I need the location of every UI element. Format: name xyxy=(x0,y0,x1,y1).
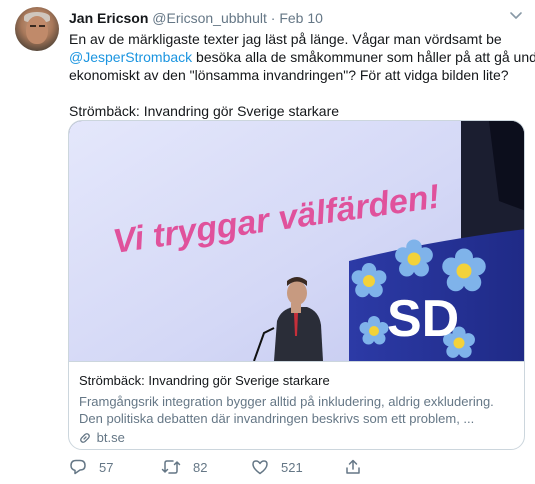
chevron-down-icon[interactable] xyxy=(507,8,525,26)
card-image[interactable]: Vi tryggar välfärden! SD xyxy=(69,121,524,361)
reply-count: 57 xyxy=(99,460,114,475)
card-body[interactable]: Strömbäck: Invandring gör Sverige starka… xyxy=(69,361,524,449)
author-handle[interactable]: @Ericson_ubbhult xyxy=(152,10,267,26)
author-name[interactable]: Jan Ericson xyxy=(69,10,148,26)
card-domain-text: bt.se xyxy=(96,430,125,445)
like-icon xyxy=(251,460,281,475)
avatar[interactable] xyxy=(15,7,59,51)
retweet-button[interactable]: 82 xyxy=(161,458,207,478)
like-button[interactable]: 521 xyxy=(251,458,303,478)
link-card[interactable]: Vi tryggar välfärden! SD Strömbäck: Inva… xyxy=(68,120,525,450)
tweet-date[interactable]: Feb 10 xyxy=(279,10,323,26)
link-icon xyxy=(79,431,93,448)
tweet-text-line: @JesperStromback besöka alla de småkommu… xyxy=(69,48,535,66)
retweet-icon xyxy=(161,460,193,475)
party-logo-text: SD xyxy=(387,290,459,348)
share-icon xyxy=(344,459,374,475)
card-domain[interactable]: bt.se xyxy=(79,429,516,448)
tweet-text-span: besöka alla de småkommuner som håller på… xyxy=(192,49,535,65)
like-count: 521 xyxy=(281,460,303,475)
tweet-text: En av de märkligaste texter jag läst på … xyxy=(69,30,535,120)
mention-link[interactable]: @JesperStromback xyxy=(69,49,192,65)
tweet-header: Jan Ericson @Ericson_ubbhult · Feb 10 xyxy=(69,9,323,27)
card-description: Framgångsrik integration bygger alltid p… xyxy=(79,393,516,427)
reply-icon xyxy=(69,459,99,475)
retweet-count: 82 xyxy=(193,460,208,475)
tweet-text-line: Strömbäck: Invandring gör Sverige starka… xyxy=(69,103,340,119)
card-description-line: Framgångsrik integration bygger alltid p… xyxy=(79,394,494,409)
card-title[interactable]: Strömbäck: Invandring gör Sverige starka… xyxy=(79,372,516,389)
reply-button[interactable]: 57 xyxy=(69,458,113,478)
tweet-actions: 57 82 521 xyxy=(69,458,489,478)
tweet-text-line: ekonomiskt av den "lönsamma invandringen… xyxy=(69,67,509,83)
share-button[interactable] xyxy=(344,458,374,478)
tweet[interactable]: Jan Ericson @Ericson_ubbhult · Feb 10 En… xyxy=(0,0,535,484)
tweet-text-line: En av de märkligaste texter jag läst på … xyxy=(69,31,502,47)
separator-dot: · xyxy=(270,10,276,26)
card-description-line: Den politiska debatten där invandringen … xyxy=(79,411,475,426)
